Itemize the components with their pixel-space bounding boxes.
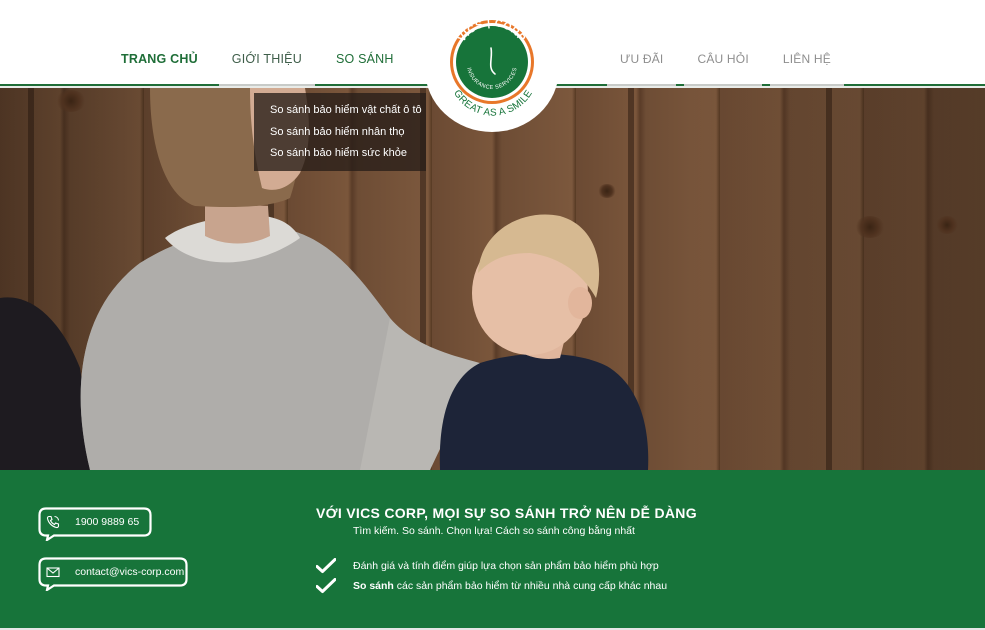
dropdown-item-car[interactable]: So sánh bảo hiểm vật chất ô tô — [254, 100, 426, 122]
main-nav-right: ƯU ĐÃI CÂU HỎI LIÊN HỆ — [603, 52, 848, 86]
band-heading: VỚI VICS CORP, MỌI SỰ SO SÁNH TRỞ NÊN DỄ… — [316, 505, 697, 521]
logo-emblem-icon: VICS | CORP INSURANCE SERVICES GREAT AS … — [450, 17, 535, 119]
dropdown-item-health[interactable]: So sánh bảo hiểm sức khỏe — [254, 143, 426, 165]
checkmark-icon — [316, 558, 336, 573]
nav-offers[interactable]: ƯU ĐÃI — [603, 52, 680, 86]
phone-contact[interactable]: 1900 9889 65 — [38, 507, 152, 541]
feature-text: So sánh các sản phẩm bảo hiểm từ nhiều n… — [353, 580, 668, 592]
logo[interactable]: VICS | CORP INSURANCE SERVICES GREAT AS … — [425, 6, 559, 132]
phone-icon — [46, 515, 60, 529]
hero-banner — [0, 88, 985, 470]
compare-dropdown-menu: So sánh bảo hiểm vật chất ô tô So sánh b… — [254, 93, 426, 171]
nav-compare[interactable]: SO SÁNH — [319, 52, 411, 86]
nav-about[interactable]: GIỚI THIỆU — [215, 52, 319, 86]
email-contact[interactable]: contact@vics-corp.com — [38, 557, 188, 591]
dropdown-item-life[interactable]: So sánh bảo hiểm nhân thọ — [254, 122, 426, 144]
hero-photo — [0, 88, 649, 470]
feature-item: So sánh các sản phẩm bảo hiểm từ nhiều n… — [316, 578, 667, 594]
feature-item: Đánh giá và tính điểm giúp lựa chọn sản … — [316, 558, 659, 574]
feature-text: Đánh giá và tính điểm giúp lựa chọn sản … — [353, 560, 659, 572]
main-nav-left: TRANG CHỦ GIỚI THIỆU SO SÁNH — [104, 52, 411, 86]
envelope-icon — [46, 567, 60, 578]
phone-number: 1900 9889 65 — [75, 516, 140, 528]
info-band — [0, 470, 985, 628]
email-address: contact@vics-corp.com — [75, 566, 185, 578]
nav-faq[interactable]: CÂU HỎI — [680, 52, 765, 86]
nav-home[interactable]: TRANG CHỦ — [104, 52, 215, 86]
band-subheading: Tìm kiếm. So sánh. Chọn lựa! Cách so sán… — [353, 525, 635, 537]
nav-contact[interactable]: LIÊN HỆ — [766, 52, 848, 86]
checkmark-icon — [316, 578, 336, 593]
